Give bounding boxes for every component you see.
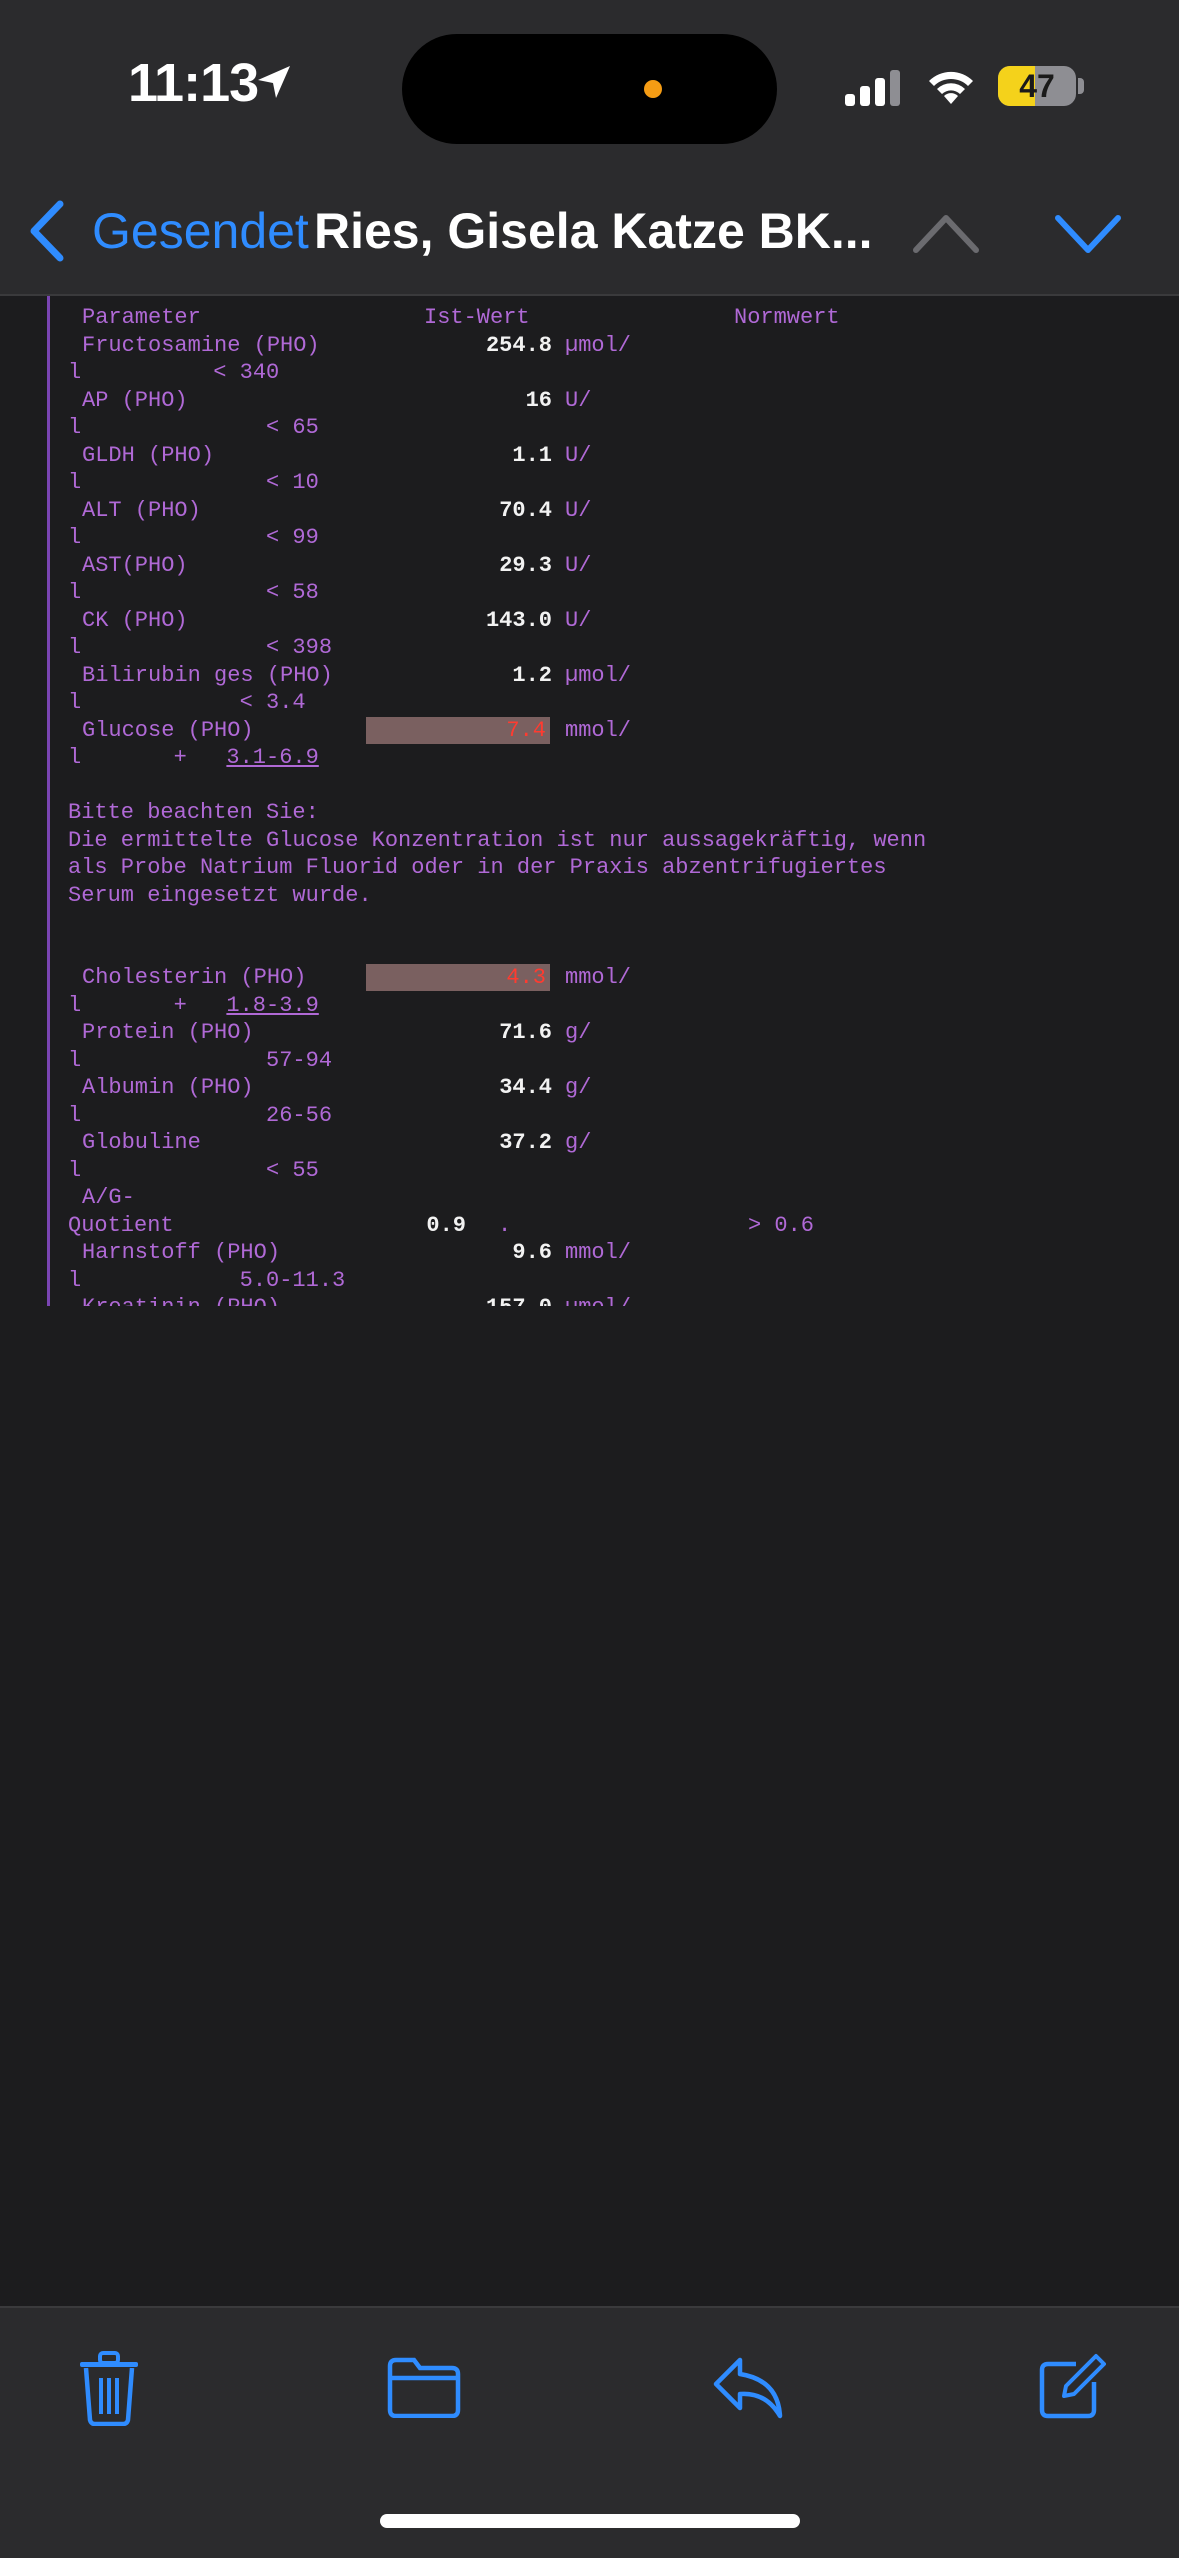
- reply-icon[interactable]: [710, 2354, 786, 2425]
- ref-range: l 5.0-11.3: [68, 1267, 346, 1293]
- param-name: Protein (PHO): [82, 1020, 254, 1045]
- home-indicator[interactable]: [380, 2514, 800, 2528]
- header-parameter: Parameter: [82, 305, 201, 330]
- trash-icon[interactable]: [78, 2350, 140, 2431]
- param-unit: µmol/: [565, 1294, 631, 1306]
- ref-range: l < 55: [68, 1157, 319, 1183]
- battery-icon: 47: [998, 66, 1076, 106]
- quotient-dot: .: [498, 1212, 512, 1238]
- battery-cap: [1078, 78, 1084, 94]
- ref-range: l < 58: [68, 580, 319, 605]
- status-time: 11:13: [128, 53, 259, 113]
- mail-body[interactable]: Parameter Ist-Wert Normwert Fructosamine (P…: [0, 296, 1179, 1306]
- param-name: AP (PHO): [82, 387, 188, 413]
- header-ist-wert: Ist-Wert: [424, 305, 530, 330]
- chevron-left-icon[interactable]: [22, 196, 70, 271]
- quotient-value: 0.9: [426, 1212, 466, 1238]
- ref-range: l < 398: [68, 635, 333, 660]
- flagged-value: 7.4: [366, 716, 550, 744]
- compose-icon[interactable]: [1036, 2352, 1106, 2427]
- privacy-indicator-dot: [644, 80, 662, 98]
- param-value: 70.4: [499, 497, 552, 523]
- chevron-up-icon[interactable]: [908, 208, 984, 263]
- param-name: Harnstoff (PHO): [82, 1240, 281, 1265]
- param-unit: U/: [565, 607, 592, 633]
- note-line: als Probe Natrium Fluorid oder in der Pr…: [68, 855, 887, 880]
- param-unit: µmol/: [565, 662, 632, 688]
- param-value: 1.2: [512, 662, 552, 688]
- param-unit: U/: [565, 442, 592, 468]
- folder-icon[interactable]: [386, 2356, 462, 2423]
- wifi-icon: [924, 64, 978, 111]
- param-value: 1.1: [512, 442, 552, 468]
- ref-range: l 57-94: [68, 1047, 333, 1073]
- param-name: Glucose (PHO): [82, 717, 254, 743]
- param-value: 254.8: [485, 332, 552, 358]
- note-line: Serum eingesetzt wurde.: [68, 882, 372, 908]
- location-arrow-icon: [254, 62, 294, 107]
- param-name: AST(PHO): [82, 552, 188, 578]
- param-value: 9.6: [512, 1240, 552, 1265]
- cellular-signal-icon: [845, 70, 905, 111]
- param-name: Bilirubin ges (PHO): [82, 662, 333, 688]
- note-line: Die ermittelte Glucose Konzentration ist…: [68, 827, 927, 853]
- ref-range: l 26-56: [68, 1102, 333, 1128]
- param-name: Albumin (PHO): [82, 1075, 254, 1100]
- ref-range: l < 340: [68, 360, 280, 385]
- dynamic-island: [402, 34, 777, 144]
- param-unit: g/: [565, 1130, 592, 1155]
- param-name: Globuline: [82, 1130, 201, 1155]
- param-value: 29.3: [499, 552, 552, 578]
- param-value: 37.2: [499, 1130, 552, 1155]
- param-unit: µmol/: [565, 332, 632, 358]
- back-button[interactable]: Gesendet: [92, 202, 309, 260]
- param-name: Fructosamine (PHO): [82, 332, 320, 358]
- param-value: 16: [525, 387, 552, 413]
- mail-nav-bar: Gesendet Ries, Gisela Katze BK...: [0, 170, 1179, 296]
- ref-prefix: l +: [68, 745, 240, 770]
- ref-range: 3.1-6.9: [226, 745, 319, 770]
- quote-bar: [47, 296, 50, 1306]
- ref-prefix: l +: [68, 992, 240, 1018]
- ref-range: l < 3.4: [68, 690, 306, 715]
- param-name: Cholesterin (PHO): [82, 965, 307, 990]
- param-value: 143.0: [485, 607, 552, 633]
- param-value: 157.0: [392, 1294, 552, 1306]
- status-bar: 11:13 47: [0, 0, 1179, 170]
- param-name: GLDH (PHO): [82, 442, 215, 468]
- header-normwert: Normwert: [734, 305, 840, 330]
- param-name: Kreatinin (PHO): [82, 1294, 280, 1306]
- param-unit: mmol/: [565, 1240, 632, 1265]
- chevron-down-icon[interactable]: [1050, 208, 1126, 263]
- quotient-name: A/G-: [82, 1185, 135, 1210]
- quotient-ref: > 0.6: [748, 1212, 815, 1238]
- param-name: ALT (PHO): [82, 497, 201, 523]
- flagged-value: 4.3: [366, 964, 550, 991]
- ref-range: l < 99: [68, 525, 319, 550]
- param-unit: g/: [565, 1020, 592, 1045]
- quotient-label: Quotient: [68, 1212, 174, 1238]
- param-unit: mmol/: [565, 965, 632, 990]
- param-value: 71.6: [499, 1020, 552, 1045]
- param-unit: mmol/: [565, 717, 632, 743]
- battery-percent: 47: [1019, 68, 1055, 104]
- param-unit: U/: [565, 387, 592, 413]
- param-name: CK (PHO): [82, 607, 188, 633]
- param-unit: U/: [565, 497, 592, 523]
- note-line: Bitte beachten Sie:: [68, 800, 319, 825]
- ref-range: 1.8-3.9: [226, 992, 319, 1018]
- param-unit: g/: [565, 1075, 592, 1100]
- message-title: Ries, Gisela Katze BK...: [314, 203, 873, 259]
- param-value: 34.4: [499, 1075, 552, 1100]
- param-unit: U/: [565, 552, 592, 578]
- ref-range: l < 65: [68, 415, 319, 440]
- ref-range: l < 10: [68, 470, 319, 495]
